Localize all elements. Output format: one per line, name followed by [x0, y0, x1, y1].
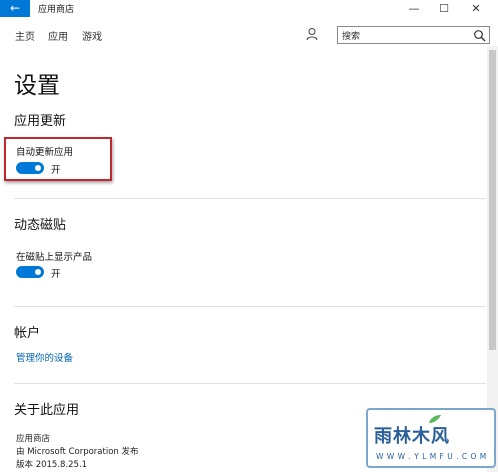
about-heading: 关于此应用 — [14, 403, 80, 418]
nav-apps[interactable]: 应用 — [48, 28, 68, 43]
auto-update-state: 开 — [51, 165, 61, 176]
divider — [14, 198, 486, 199]
toggle-knob — [35, 165, 41, 171]
about-publisher: 由 Microsoft Corporation 发布 — [16, 447, 139, 457]
nav-games[interactable]: 游戏 — [82, 28, 102, 43]
manage-devices-link[interactable]: 管理你的设备 — [16, 350, 73, 364]
scrollbar-thumb[interactable] — [489, 50, 496, 350]
divider — [14, 383, 486, 384]
search-icon[interactable] — [473, 29, 486, 42]
watermark-url: W W W . Y L M F U . C O M — [376, 452, 487, 461]
top-nav: 主页 应用 游戏 — [0, 22, 498, 46]
search-input[interactable] — [342, 29, 462, 42]
page-title: 设置 — [14, 73, 60, 99]
divider — [14, 306, 486, 307]
back-button[interactable]: ← — [0, 0, 30, 17]
about-app-name: 应用商店 — [16, 434, 51, 444]
title-bar: ← 应用商店 — ☐ ✕ — [0, 0, 498, 17]
live-tile-heading: 动态磁贴 — [14, 218, 67, 233]
search-box[interactable] — [337, 26, 490, 44]
account-heading: 帐户 — [14, 326, 41, 341]
user-icon[interactable] — [305, 27, 319, 41]
close-button[interactable]: ✕ — [462, 0, 490, 17]
window-title: 应用商店 — [38, 5, 75, 15]
auto-update-toggle[interactable] — [16, 162, 44, 174]
nav-home[interactable]: 主页 — [15, 28, 35, 43]
app-updates-heading: 应用更新 — [14, 114, 67, 129]
about-version: 版本 2015.8.25.1 — [16, 460, 88, 470]
watermark-logo: 雨林木风 W W W . Y L M F U . C O M — [366, 408, 496, 468]
live-tile-state: 开 — [51, 269, 61, 280]
auto-update-label: 自动更新应用 — [16, 147, 74, 158]
maximize-button[interactable]: ☐ — [430, 0, 458, 17]
toggle-knob — [35, 269, 41, 275]
live-tile-label: 在磁贴上显示产品 — [16, 252, 93, 263]
minimize-button[interactable]: — — [400, 0, 428, 17]
live-tile-toggle[interactable] — [16, 266, 44, 278]
watermark-text: 雨林木风 — [374, 426, 450, 447]
